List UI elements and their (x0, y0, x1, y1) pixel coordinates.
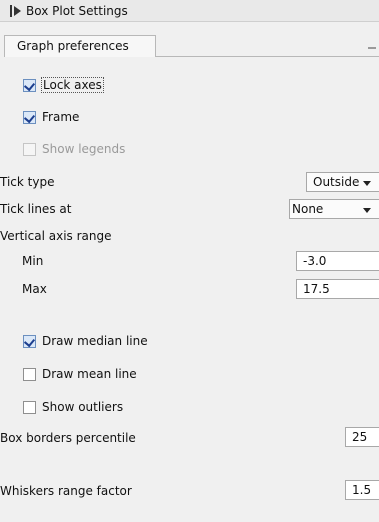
max-value: 17.5 (303, 282, 330, 296)
panel-header[interactable]: Box Plot Settings (0, 0, 379, 22)
whiskers-input[interactable]: 1.5 (345, 480, 379, 500)
max-input[interactable]: 17.5 (296, 279, 379, 299)
panel-title: Box Plot Settings (26, 4, 128, 18)
box-borders-row: Box borders percentile 25 (0, 427, 379, 449)
box-borders-value: 25 (352, 430, 368, 444)
lock-axes-checkbox-row[interactable]: Lock axes (0, 76, 379, 96)
tick-lines-value: None (292, 202, 324, 216)
tick-type-select[interactable]: Outside (306, 172, 379, 192)
min-label: Min (22, 254, 44, 268)
draw-median-checkbox[interactable] (23, 335, 36, 348)
tick-type-label: Tick type (0, 175, 55, 189)
tick-lines-row: Tick lines at None (0, 199, 379, 220)
draw-median-checkbox-row[interactable]: Draw median line (0, 332, 379, 352)
min-value: -3.0 (303, 254, 327, 268)
show-legends-label: Show legends (42, 142, 126, 156)
show-outliers-checkbox-row[interactable]: Show outliers (0, 398, 379, 418)
lock-axes-checkbox[interactable] (23, 79, 36, 92)
show-outliers-label: Show outliers (42, 400, 124, 414)
draw-mean-checkbox[interactable] (23, 368, 36, 381)
tab-divider (156, 56, 379, 57)
box-borders-input[interactable]: 25 (345, 427, 379, 447)
draw-mean-label: Draw mean line (42, 367, 137, 381)
show-legends-checkbox-row: Show legends (0, 140, 379, 160)
frame-checkbox-row[interactable]: Frame (0, 108, 379, 128)
frame-checkbox[interactable] (23, 111, 36, 124)
tab-strip: Graph preferences (0, 35, 379, 60)
whiskers-value: 1.5 (352, 483, 372, 497)
lock-axes-label: Lock axes (41, 77, 104, 93)
max-row: Max 17.5 (0, 279, 379, 300)
tick-lines-select[interactable]: None (289, 199, 379, 219)
draw-mean-checkbox-row[interactable]: Draw mean line (0, 365, 379, 385)
draw-median-label: Draw median line (42, 334, 148, 348)
minimize-icon[interactable] (368, 47, 376, 49)
chevron-down-icon (363, 181, 371, 186)
vertical-axis-range-row: Vertical axis range (0, 227, 379, 247)
tick-type-value: Outside (313, 175, 360, 189)
min-row: Min -3.0 (0, 251, 379, 272)
tick-type-row: Tick type Outside (0, 172, 379, 193)
min-input[interactable]: -3.0 (296, 251, 379, 271)
frame-label: Frame (42, 110, 80, 124)
tab-graph-preferences[interactable]: Graph preferences (4, 35, 156, 57)
show-outliers-checkbox[interactable] (23, 401, 36, 414)
tick-lines-label: Tick lines at (0, 202, 72, 216)
whiskers-label: Whiskers range factor (0, 484, 132, 498)
tab-label: Graph preferences (17, 39, 129, 53)
vertical-axis-range-label: Vertical axis range (0, 229, 112, 243)
show-legends-checkbox (23, 143, 36, 156)
box-borders-label: Box borders percentile (0, 431, 136, 445)
chevron-down-icon (363, 208, 371, 213)
collapse-triangle-icon[interactable] (10, 5, 22, 17)
whiskers-row: Whiskers range factor 1.5 (0, 480, 379, 502)
max-label: Max (22, 282, 47, 296)
